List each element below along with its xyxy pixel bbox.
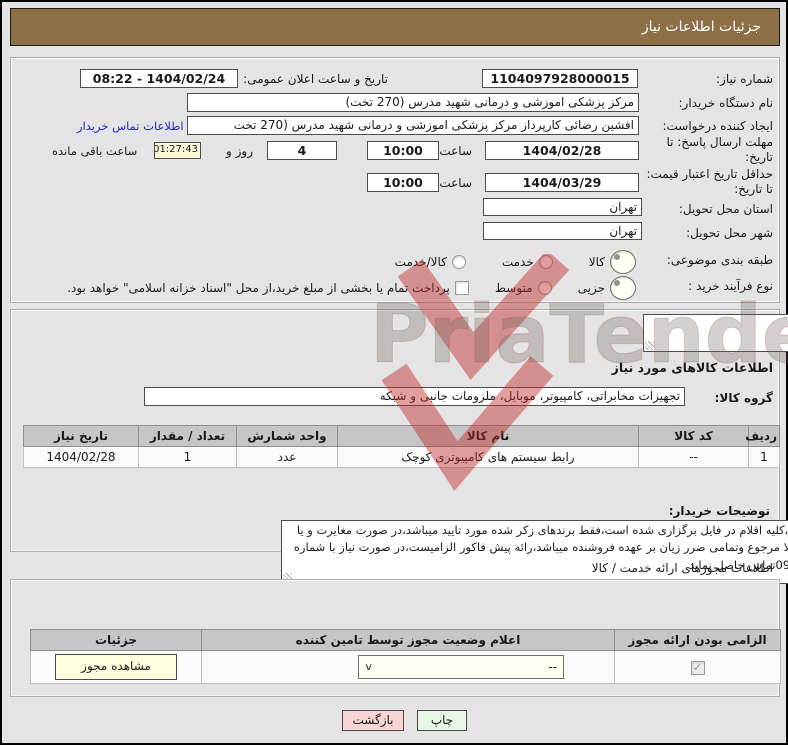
radio-medium-icon[interactable]	[537, 281, 552, 295]
goods-table-header-row: ردیف کد کالا نام کالا واحد شمارش تعداد /…	[23, 425, 780, 447]
license-table-header-row: الزامی بودن ارائه مجوز اعلام وضعیت مجوز …	[30, 629, 781, 651]
radio-minor-label: جزیی	[577, 281, 605, 295]
price-validity-hour-label: ساعت	[439, 176, 472, 190]
buyer-name-label: نام دستگاه خریدار:	[678, 96, 774, 110]
goods-cell-need-date: 1404/02/28	[23, 446, 139, 468]
remaining-hours-label: ساعت باقی مانده	[52, 144, 138, 158]
print-button[interactable]: چاپ	[417, 710, 467, 731]
remaining-time-field: 01:27:43	[154, 142, 201, 159]
goods-table: ردیف کد کالا نام کالا واحد شمارش تعداد /…	[23, 425, 780, 468]
resize-grip-icon[interactable]	[645, 341, 654, 350]
buyer-name-field[interactable]: مرکز پزشکی اموزشی و درمانی شهید مدرس (27…	[187, 93, 639, 112]
license-section-title: اطلاعات مجوزهای ارائه خدمت / کالا	[591, 561, 773, 575]
radio-medium-label: متوسط	[494, 281, 533, 295]
license-header-required: الزامی بودن ارائه مجوز	[614, 629, 781, 651]
delivery-province-field[interactable]: تهران	[483, 198, 642, 216]
days-and-label: روز و	[226, 144, 253, 158]
back-button[interactable]: بازگشت	[342, 710, 404, 731]
deadline-label: مهلت ارسال پاسخ: تا تاریخ:	[666, 135, 773, 164]
treasury-payment-option[interactable]: پرداخت تمام یا بخشی از مبلغ خرید،از محل …	[67, 281, 469, 295]
radio-goods-label: کالا	[588, 255, 605, 269]
radio-service-icon[interactable]	[538, 255, 553, 269]
delivery-city-label: شهر محل تحویل:	[686, 226, 773, 240]
delivery-province-label: استان محل تحویل:	[678, 202, 773, 216]
goods-cell-item-code: --	[638, 446, 749, 468]
classification-options: کالا خدمت کالا/خدمت	[395, 250, 636, 274]
goods-header-row-number: ردیف	[745, 425, 780, 447]
request-creator-field[interactable]: افشین رضائی کارپرداز مرکز پزشکی اموزشی و…	[187, 116, 639, 135]
goods-cell-item-name: رابط سیستم های کامپیوتری کوچک	[337, 446, 639, 468]
goods-cell-row-number: 1	[748, 446, 780, 468]
goods-header-item-code: کد کالا	[638, 425, 749, 447]
process-type-options: جزیی متوسط پرداخت تمام یا بخشی از مبلغ خ…	[67, 276, 636, 300]
goods-cell-quantity: 1	[138, 446, 237, 468]
need-number-label: شماره نیاز:	[716, 72, 773, 86]
buyer-contact-link[interactable]: اطلاعات تماس خریدار	[77, 119, 184, 133]
radio-goods-icon[interactable]	[610, 250, 636, 274]
goods-group-field[interactable]: تجهیزات مخابراتی، کامپیوتر، موبایل، ملزو…	[144, 387, 685, 406]
process-type-label: نوع فرآیند خرید :	[688, 279, 773, 293]
need-number-field[interactable]: 1104097928000015	[482, 69, 638, 88]
classification-option-goods-service[interactable]: کالا/خدمت	[395, 255, 466, 269]
goods-group-label: گروه کالا:	[714, 391, 773, 405]
license-header-details: جزئیات	[30, 629, 202, 651]
classification-option-service[interactable]: خدمت	[502, 255, 553, 269]
delivery-city-field[interactable]: تهران	[483, 222, 642, 240]
goods-header-need-date: تاریخ نیاز	[23, 425, 139, 447]
goods-cell-unit: عدد	[236, 446, 338, 468]
goods-header-quantity: تعداد / مقدار	[138, 425, 237, 447]
radio-goods-service-label: کالا/خدمت	[394, 255, 447, 269]
buyer-notes-label: توضیحات خریدار:	[668, 504, 770, 518]
need-details-page: { "title": "جزئیات اطلاعات نیاز", "water…	[0, 0, 788, 745]
price-validity-label: حداقل تاریخ اعتبار قیمت: تا تاریخ:	[646, 167, 773, 196]
license-status-select[interactable]: -- ∨	[358, 655, 564, 679]
announce-datetime-label: تاریخ و ساعت اعلان عمومی:	[243, 72, 388, 86]
remaining-days-field[interactable]: 4	[267, 141, 337, 160]
page-title: جزئیات اطلاعات نیاز	[10, 8, 780, 46]
license-table: الزامی بودن ارائه مجوز اعلام وضعیت مجوز …	[30, 629, 781, 684]
license-header-status: اعلام وضعیت مجوز توسط تامین کننده	[201, 629, 615, 651]
deadline-hour-label: ساعت	[439, 144, 472, 158]
deadline-date-field[interactable]: 1404/02/28	[485, 141, 639, 160]
classification-label: طبقه بندی موضوعی:	[666, 253, 773, 267]
deadline-time-field[interactable]: 10:00	[367, 141, 439, 160]
process-option-minor[interactable]: جزیی	[578, 276, 636, 300]
goods-section-title: اطلاعات کالاهای مورد نیاز	[611, 360, 773, 375]
announce-datetime-field[interactable]: 1404/02/24 - 08:22	[80, 69, 238, 88]
price-validity-time-field[interactable]: 10:00	[367, 173, 439, 192]
view-license-button[interactable]: مشاهده مجوز	[55, 654, 177, 680]
treasury-checkbox-label: پرداخت تمام یا بخشی از مبلغ خرید،از محل …	[67, 281, 450, 295]
radio-service-label: خدمت	[501, 255, 534, 269]
treasury-checkbox-icon[interactable]	[454, 281, 469, 295]
classification-option-goods[interactable]: کالا	[589, 250, 636, 274]
license-status-value: --	[548, 660, 557, 674]
license-table-row: ✓ -- ∨ مشاهده مجوز	[30, 650, 781, 684]
goods-header-unit: واحد شمارش	[236, 425, 338, 447]
request-creator-label: ایجاد کننده درخواست:	[662, 119, 773, 133]
price-validity-date-field[interactable]: 1404/03/29	[485, 173, 639, 192]
goods-table-row: 1 -- رابط سیستم های کامپیوتری کوچک عدد 1…	[23, 446, 780, 468]
radio-goods-service-icon[interactable]	[451, 255, 466, 269]
goods-header-item-name: نام کالا	[337, 425, 639, 447]
chevron-down-icon: ∨	[363, 661, 374, 673]
license-required-checkbox[interactable]: ✓	[690, 660, 705, 675]
description-textarea[interactable]: قطعات کامپیوتری	[643, 314, 788, 352]
process-option-medium[interactable]: متوسط	[495, 281, 552, 295]
radio-minor-icon[interactable]	[610, 276, 636, 300]
